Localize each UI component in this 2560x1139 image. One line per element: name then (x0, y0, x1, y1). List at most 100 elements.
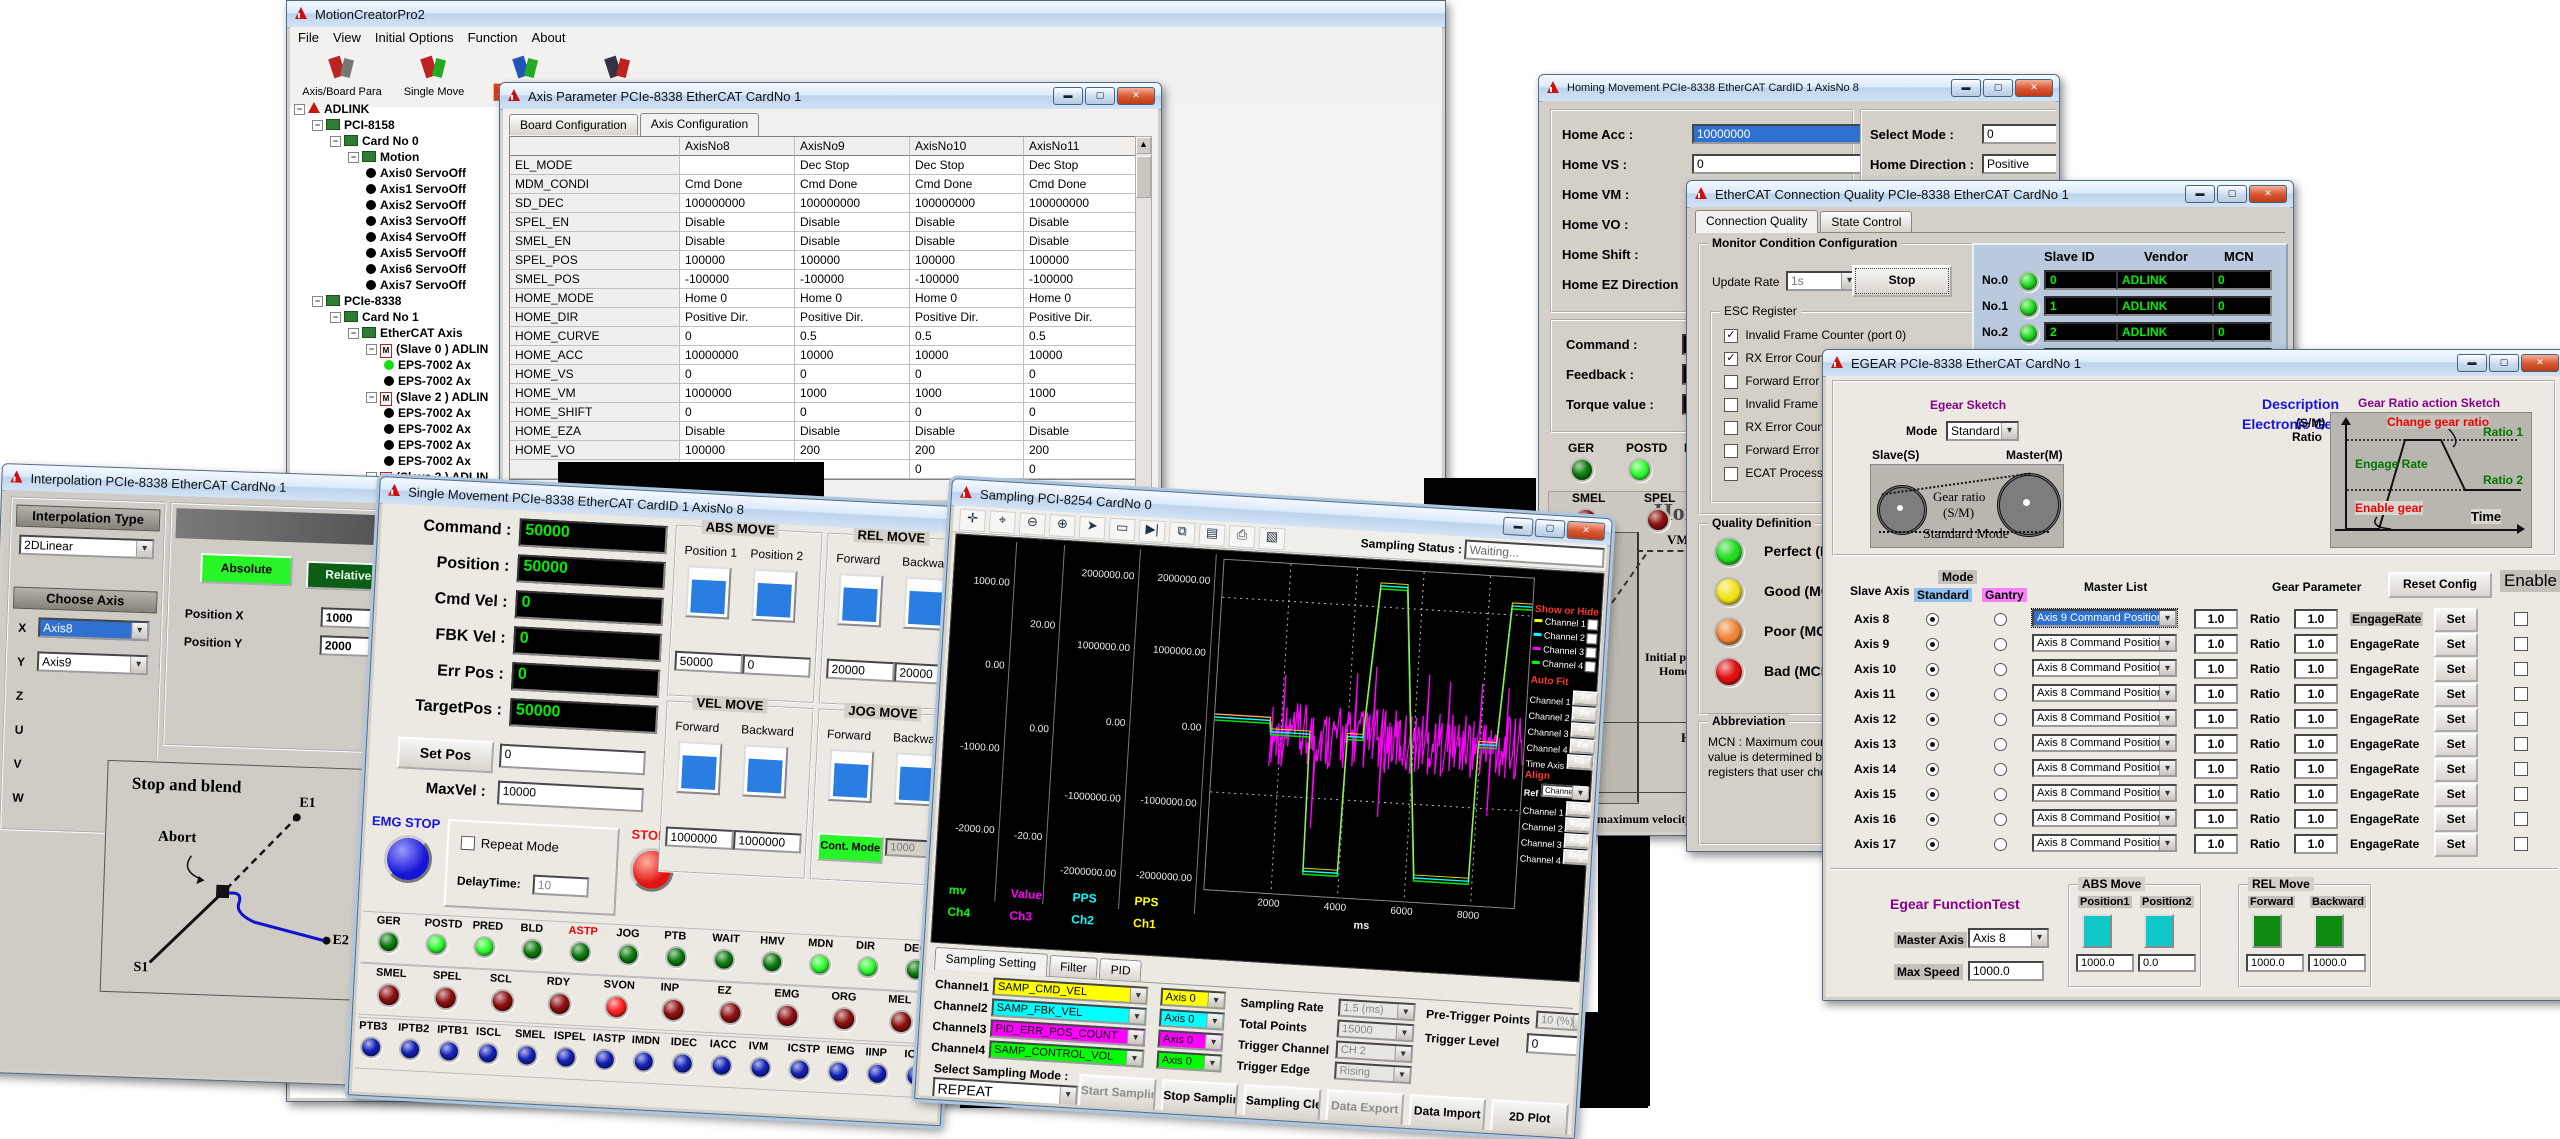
move-input[interactable]: 50000 (674, 651, 743, 675)
param-cell[interactable]: Dec Stop (910, 156, 1024, 175)
param-row-label[interactable]: SD_DEC (510, 194, 680, 213)
set-button[interactable]: Set (2434, 633, 2478, 657)
move-input[interactable]: 0.0 (2138, 954, 2196, 972)
param-cell[interactable]: 100000 (680, 251, 795, 270)
axis-param-table[interactable]: AxisNo8AxisNo9AxisNo10AxisNo11EL_MODEDec… (509, 136, 1139, 480)
interp-type-combo[interactable]: 2DLinear (19, 535, 155, 560)
move-button[interactable] (676, 741, 723, 795)
move-button[interactable] (2314, 914, 2344, 948)
set-button[interactable]: Set (2434, 708, 2478, 732)
set-button[interactable]: Set (2434, 833, 2478, 857)
param-cell[interactable]: 1000 (795, 384, 910, 403)
tree-item-eps-7002-ax[interactable]: EPS-7002 Ax (294, 373, 524, 389)
tree-expander-icon[interactable]: − (348, 328, 359, 339)
master-list-combo[interactable]: Axis 8 Command Position (2032, 684, 2177, 702)
tree-item-eps-7002-ax[interactable]: EPS-7002 Ax (294, 421, 524, 437)
param-cell[interactable]: 10000 (1024, 346, 1138, 365)
channel-axis-combo[interactable]: Axis 0 (1158, 1030, 1224, 1052)
param-cell[interactable]: Positive Dir. (910, 308, 1024, 327)
move-button[interactable] (2082, 914, 2112, 948)
param-cell[interactable]: Disable (680, 213, 795, 232)
move-input[interactable]: 1000.0 (2308, 954, 2366, 972)
param-row-label[interactable]: HOME_SHIFT (510, 403, 680, 422)
set-button[interactable]: Set (2434, 783, 2478, 807)
param-cell[interactable]: Disable (1024, 232, 1138, 251)
standard-radio[interactable] (1926, 813, 1939, 826)
menu-item-initial-options[interactable]: Initial Options (375, 30, 454, 45)
close-button[interactable]: ✕ (2521, 354, 2559, 372)
homing-titlebar[interactable]: Homing Movement PCIe-8338 EtherCAT CardI… (1539, 75, 2059, 102)
move-button[interactable] (742, 744, 789, 798)
tree-item-card-no-1[interactable]: −Card No 1 (294, 309, 524, 325)
move-button[interactable] (837, 573, 884, 627)
zoom-in-icon[interactable]: ⊕ (1049, 514, 1076, 538)
ratio-input[interactable]: 1.0 (2194, 784, 2238, 804)
move-button[interactable] (2252, 914, 2282, 948)
ratio-input[interactable]: 1.0 (2194, 659, 2238, 679)
tree-expander-icon[interactable]: − (348, 152, 359, 163)
table-col-header[interactable]: AxisNo8 (680, 137, 795, 156)
master-list-combo[interactable]: Axis 9 Command Position (2032, 609, 2177, 627)
enable-checkbox[interactable] (2514, 787, 2528, 801)
set-button[interactable]: Set (2434, 758, 2478, 782)
plot-area[interactable] (1203, 559, 1535, 909)
tab-board-configuration[interactable]: Board Configuration (509, 114, 638, 135)
param-cell[interactable]: Positive Dir. (795, 308, 910, 327)
standard-radio[interactable] (1926, 613, 1939, 626)
close-button[interactable]: ✕ (1566, 521, 1605, 541)
param-row-label[interactable]: HOME_VO (510, 441, 680, 460)
sampling-clear-button[interactable]: Sampling Clear (1243, 1084, 1322, 1123)
param-row-label[interactable]: SPEL_EN (510, 213, 680, 232)
move-input[interactable]: 0 (742, 654, 811, 678)
param-cell[interactable]: 100000000 (910, 194, 1024, 213)
move-button[interactable] (2144, 914, 2174, 948)
cont-mode-button[interactable]: Cont. Mode (816, 832, 883, 863)
table-col-header[interactable] (510, 137, 680, 156)
enable-checkbox[interactable] (2514, 812, 2528, 826)
standard-radio[interactable] (1926, 763, 1939, 776)
interp-axis-combo[interactable]: Axis9 (37, 651, 149, 675)
interp-axis-combo[interactable]: Axis8 (38, 617, 150, 641)
mid-field-value[interactable]: Rising (1334, 1061, 1412, 1084)
move-input[interactable]: 1000.0 (2246, 954, 2304, 972)
param-cell[interactable]: 10000000 (680, 346, 795, 365)
param-row-label[interactable]: SPEL_POS (510, 251, 680, 270)
setpos-input[interactable]: 0 (499, 744, 646, 776)
gantry-radio[interactable] (1994, 738, 2007, 751)
minimize-button[interactable]: ▬ (2457, 354, 2487, 372)
standard-radio[interactable] (1926, 788, 1939, 801)
enable-checkbox[interactable] (2514, 637, 2528, 651)
zoom-window-icon[interactable]: ⌖ (989, 510, 1016, 534)
param-cell[interactable]: 0.5 (910, 327, 1024, 346)
param-cell[interactable]: Cmd Done (680, 175, 795, 194)
standard-radio[interactable] (1926, 713, 1939, 726)
fit-button[interactable]: Fit (1572, 690, 1599, 707)
param-cell[interactable]: 0 (680, 327, 795, 346)
mid-field-value[interactable]: CH 2 (1335, 1041, 1413, 1064)
save-icon[interactable]: ▤ (1198, 523, 1225, 547)
set-button[interactable]: Set (2434, 683, 2478, 707)
standard-radio[interactable] (1926, 738, 1939, 751)
homing-mode-combo[interactable]: Positive (1982, 154, 2056, 174)
delaytime-input[interactable]: 10 (532, 875, 589, 898)
param-row-label[interactable]: HOME_VS (510, 365, 680, 384)
maximize-button[interactable]: ▢ (1983, 79, 2013, 97)
pan-icon[interactable]: ✛ (959, 509, 986, 533)
tree-item-adlink[interactable]: −ADLINK (294, 101, 524, 117)
close-button[interactable]: ✕ (2015, 79, 2053, 97)
minimize-button[interactable]: ▬ (1503, 517, 1534, 537)
enable-checkbox[interactable] (2514, 837, 2528, 851)
menu-item-file[interactable]: File (298, 30, 319, 45)
toolbar-button-axis-board-para[interactable]: Axis/Board Para (298, 51, 386, 105)
gantry-radio[interactable] (1994, 813, 2007, 826)
param-cell[interactable]: Home 0 (910, 289, 1024, 308)
param-cell[interactable]: 0 (1024, 460, 1138, 479)
param-row-label[interactable]: MDM_CONDI (510, 175, 680, 194)
gantry-radio[interactable] (1994, 788, 2007, 801)
param-row-label[interactable]: EL_MODE (510, 156, 680, 175)
tree-item-card-no-0[interactable]: −Card No 0 (294, 133, 524, 149)
master-list-combo[interactable]: Axis 8 Command Position (2032, 809, 2177, 827)
standard-radio[interactable] (1926, 663, 1939, 676)
max-speed-input[interactable]: 1000.0 (1968, 961, 2044, 981)
param-cell[interactable]: 1000 (910, 384, 1024, 403)
